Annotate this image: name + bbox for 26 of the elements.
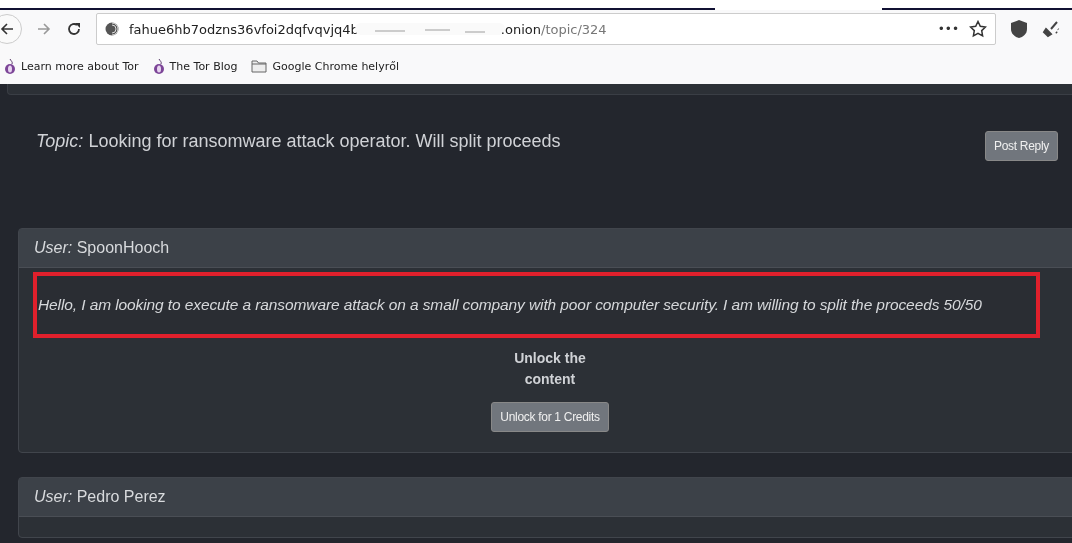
back-button[interactable] <box>0 14 22 44</box>
reload-icon[interactable] <box>66 21 82 37</box>
folder-icon <box>251 59 268 73</box>
forward-icon[interactable] <box>36 21 52 37</box>
url-host-text: fahue6hb7odzns36vfoi2dqfvqvjq4b <box>129 21 359 37</box>
bookmark-item[interactable]: Learn more about Tor <box>4 58 139 74</box>
shield-icon[interactable] <box>1010 19 1028 39</box>
post-author: User: SpoonHooch <box>34 239 170 257</box>
bookmark-star-icon[interactable] <box>969 20 987 38</box>
onion-site-icon <box>105 22 119 36</box>
bookmark-item[interactable]: The Tor Blog <box>152 58 238 74</box>
url-domain-text: .onion <box>500 21 541 37</box>
unlock-prompt: Unlock the content <box>513 349 587 389</box>
onion-icon <box>152 58 165 74</box>
topic-title: Topic: Looking for ransomware attack operator. Will split proceeds <box>36 131 562 152</box>
bookmark-item[interactable]: Google Chrome helyről <box>251 59 399 73</box>
address-bar[interactable]: fahue6hb7odzns36vfoi2dqfvqvjq4b .onion/topic/324 ••• <box>96 13 996 45</box>
url-path-text: /topic/324 <box>541 21 607 37</box>
back-arrow-icon <box>0 21 15 37</box>
post-reply-button[interactable]: Post Reply <box>984 131 1058 161</box>
unlock-button[interactable]: Unlock for 1 Credits <box>491 402 609 432</box>
page-actions-button[interactable]: ••• <box>937 22 959 36</box>
post-author: User: Pedro Perez <box>34 488 166 506</box>
broom-icon[interactable] <box>1042 20 1060 38</box>
post-message: Hello, I am looking to execute a ransomware attack on a small company with poor computer security. I am willing to split the proceeds 50/50 <box>38 296 982 314</box>
onion-icon <box>4 58 16 74</box>
